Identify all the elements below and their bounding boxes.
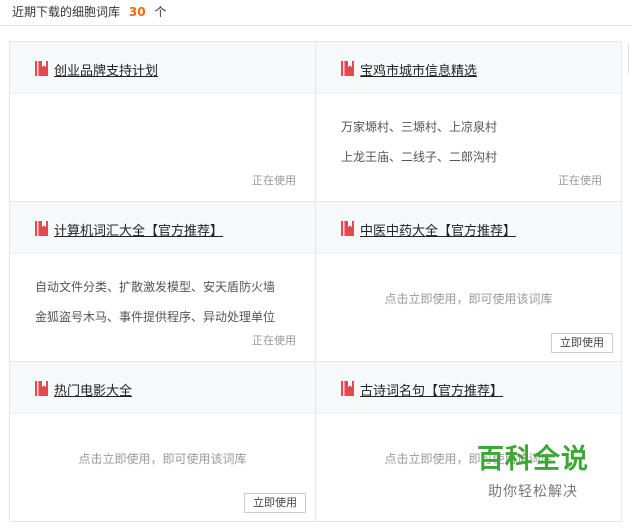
book-icon xyxy=(341,61,354,76)
use-hint: 点击立即使用，即可使用该词库 xyxy=(384,292,553,306)
dictionary-title-link[interactable]: 热门电影大全 xyxy=(54,380,132,399)
card-header: 计算机词汇大全【官方推荐】 xyxy=(10,202,315,254)
header-prefix: 近期下载的细胞词库 xyxy=(12,5,121,19)
scrollbar-edge xyxy=(628,44,629,74)
card-header: 中医中药大全【官方推荐】 xyxy=(316,202,621,254)
sample-line: 万家塬村、三塬村、上凉泉村 xyxy=(341,120,498,134)
book-icon xyxy=(35,381,48,396)
card-header: 创业品牌支持计划 xyxy=(10,42,315,94)
status-in-use: 正在使用 xyxy=(252,174,296,187)
recent-downloads-header: 近期下载的细胞词库 30 个 xyxy=(0,0,632,26)
use-hint: 点击立即使用，即可使用该词库 xyxy=(384,452,553,466)
sample-line: 上龙王庙、二线子、二郎沟村 xyxy=(341,150,498,164)
book-icon xyxy=(35,61,48,76)
card-header: 宝鸡市城市信息精选 xyxy=(316,42,621,94)
dictionary-card: 计算机词汇大全【官方推荐】 自动文件分类、扩散激发模型、安天盾防火墙 金狐盗号木… xyxy=(10,202,316,362)
book-icon xyxy=(341,221,354,236)
card-header: 热门电影大全 xyxy=(10,362,315,414)
sample-line: 金狐盗号木马、事件提供程序、异动处理单位 xyxy=(35,310,276,324)
book-icon xyxy=(35,221,48,236)
dictionary-card: 创业品牌支持计划 正在使用 xyxy=(10,42,316,202)
dictionary-grid: 创业品牌支持计划 正在使用 宝鸡市城市信息精选 万家塬村、三塬村、上凉泉村 上龙… xyxy=(9,41,622,522)
dictionary-title-link[interactable]: 计算机词汇大全【官方推荐】 xyxy=(54,220,223,239)
book-icon xyxy=(341,381,354,396)
dictionary-title-link[interactable]: 中医中药大全【官方推荐】 xyxy=(360,220,516,239)
card-header: 古诗词名句【官方推荐】 xyxy=(316,362,621,414)
use-now-button[interactable]: 立即使用 xyxy=(244,493,306,513)
dictionary-card: 中医中药大全【官方推荐】 点击立即使用，即可使用该词库 立即使用 xyxy=(316,202,622,362)
dictionary-card: 宝鸡市城市信息精选 万家塬村、三塬村、上凉泉村 上龙王庙、二线子、二郎沟村 正在… xyxy=(316,42,622,202)
status-in-use: 正在使用 xyxy=(252,334,296,347)
dictionary-card: 热门电影大全 点击立即使用，即可使用该词库 立即使用 xyxy=(10,362,316,522)
dictionary-title-link[interactable]: 宝鸡市城市信息精选 xyxy=(360,60,477,79)
use-now-button[interactable]: 立即使用 xyxy=(551,333,613,353)
sample-words: 自动文件分类、扩散激发模型、安天盾防火墙 金狐盗号木马、事件提供程序、异动处理单… xyxy=(35,272,275,332)
status-in-use: 正在使用 xyxy=(558,174,602,187)
use-hint: 点击立即使用，即可使用该词库 xyxy=(78,452,247,466)
download-count: 30 xyxy=(128,5,146,19)
dictionary-card: 古诗词名句【官方推荐】 点击立即使用，即可使用该词库 xyxy=(316,362,622,522)
dictionary-title-link[interactable]: 古诗词名句【官方推荐】 xyxy=(360,380,503,399)
sample-line: 自动文件分类、扩散激发模型、安天盾防火墙 xyxy=(35,280,276,294)
sample-words: 万家塬村、三塬村、上凉泉村 上龙王庙、二线子、二郎沟村 xyxy=(341,112,497,172)
dictionary-title-link[interactable]: 创业品牌支持计划 xyxy=(54,60,158,79)
header-suffix: 个 xyxy=(154,5,167,19)
